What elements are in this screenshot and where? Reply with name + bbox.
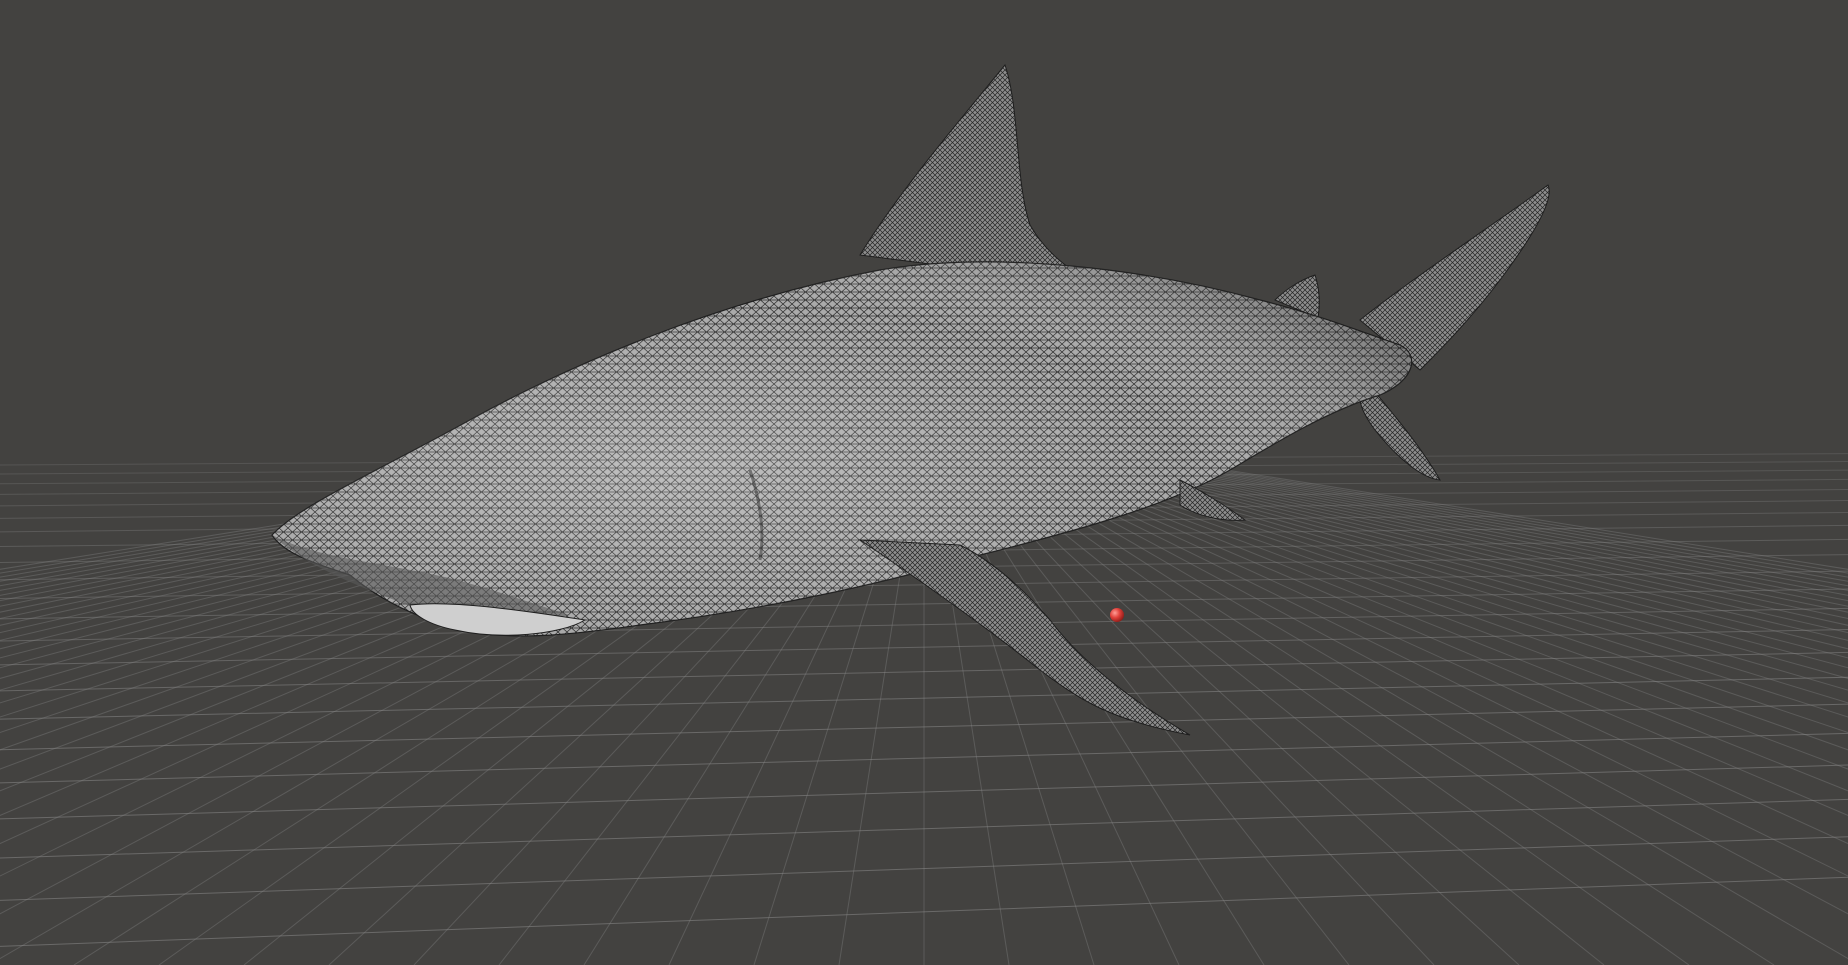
grid-line — [1043, 459, 1848, 718]
grid-line — [1109, 459, 1848, 613]
red-sphere-icon[interactable] — [1110, 608, 1124, 622]
grid-line — [983, 459, 1775, 965]
3d-viewport[interactable] — [0, 0, 1848, 965]
grid-line — [1061, 459, 1848, 679]
grid-line — [1079, 459, 1848, 650]
grid-line — [1115, 459, 1848, 607]
grid-line — [1085, 459, 1848, 641]
grid-line — [1127, 459, 1848, 596]
viewport-scene[interactable] — [0, 0, 1848, 965]
grid-line — [1121, 459, 1848, 602]
